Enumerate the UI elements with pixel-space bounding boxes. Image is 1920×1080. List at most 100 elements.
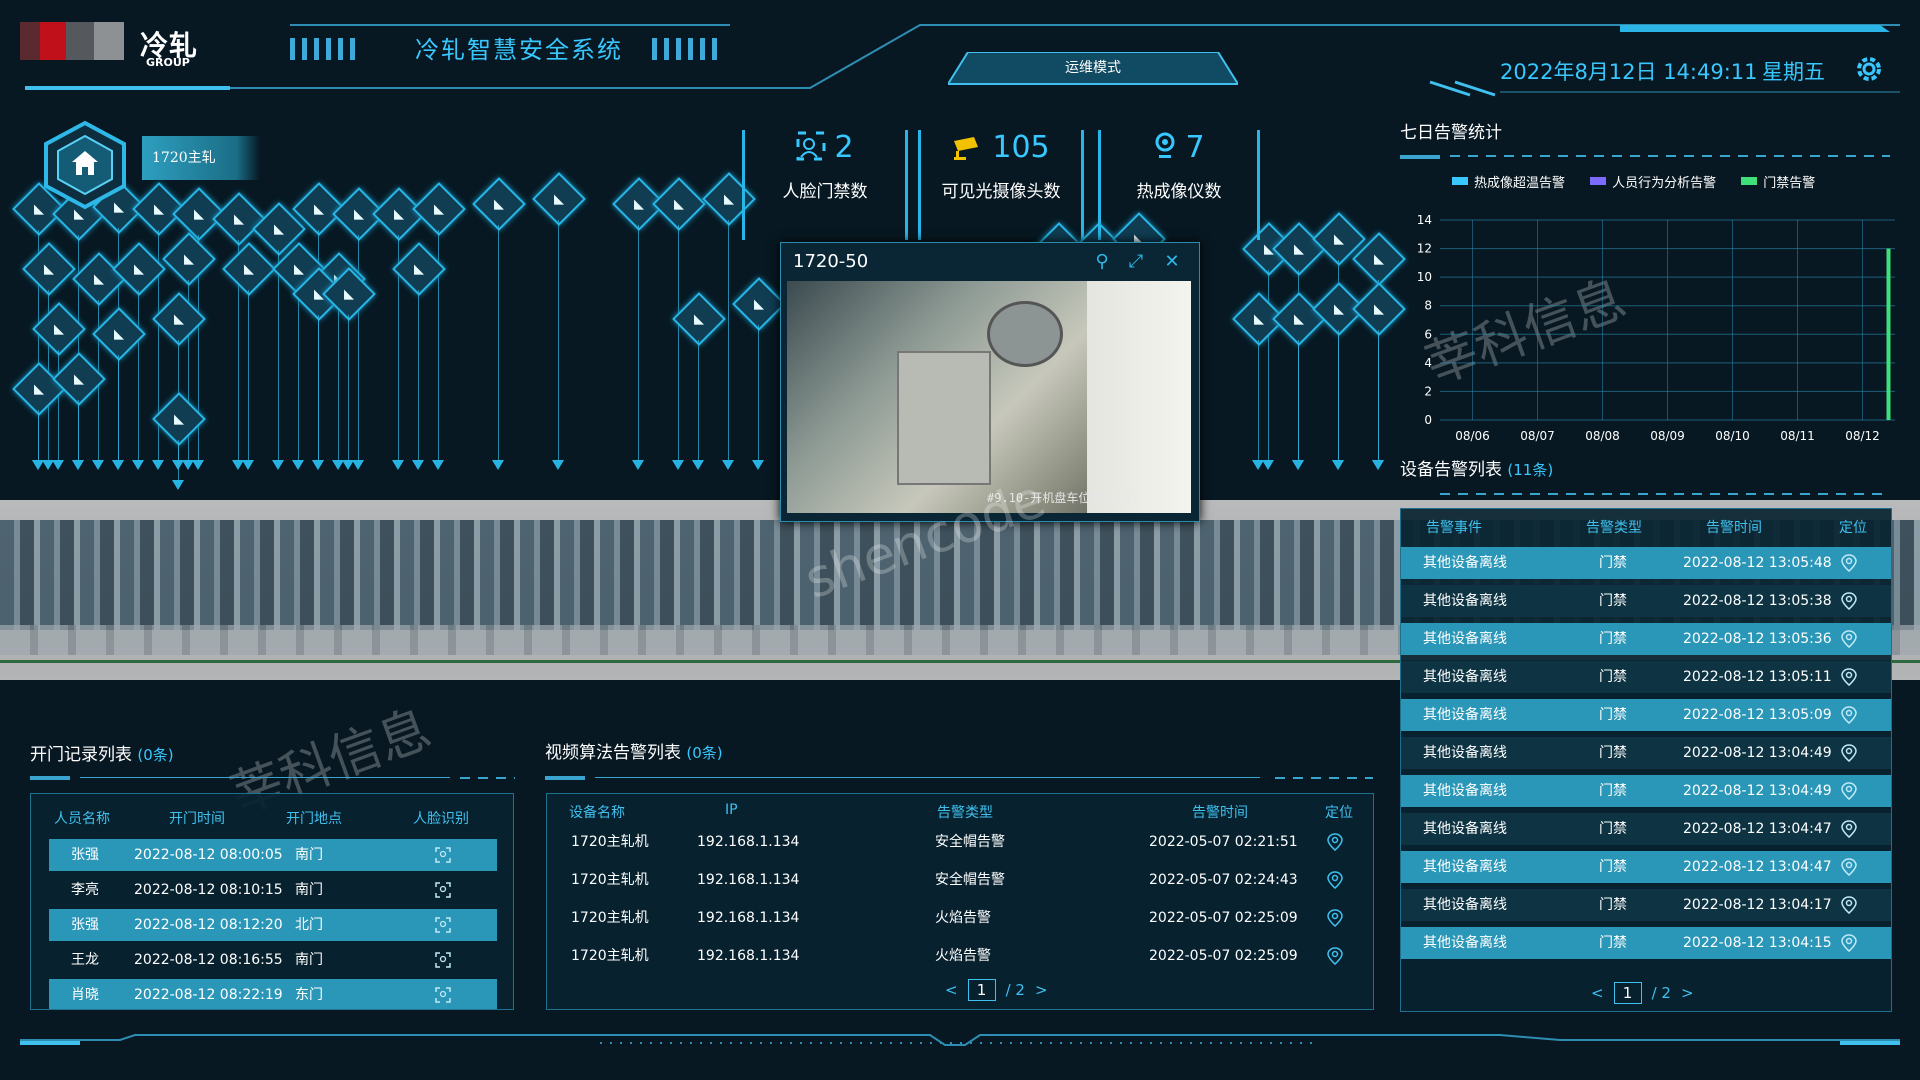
gear-icon[interactable] xyxy=(1852,52,1886,86)
table-row[interactable]: 1720主轧机 192.168.1.134 火焰告警 2022-05-07 02:25… xyxy=(547,902,1373,934)
table-row[interactable]: 1720主轧机 192.168.1.134 安全帽告警 2022-05-07 02:2… xyxy=(547,864,1373,896)
marker-pole xyxy=(1268,270,1269,460)
door-records-count: (0条) xyxy=(137,746,174,764)
video-alarm-table: 设备名称 IP 告警类型 告警时间 定位 1720主轧机 192.168.1.13… xyxy=(546,793,1374,1010)
page-input[interactable]: 1 xyxy=(967,979,996,1001)
table-row[interactable]: 1720主轧机 192.168.1.134 火焰告警 2022-05-07 02:25… xyxy=(547,940,1373,972)
camera-icon: ◣ xyxy=(34,381,44,397)
close-icon[interactable]: ✕ xyxy=(1161,251,1183,273)
table-row[interactable]: 1720主轧机 192.168.1.134 安全帽告警 2022-05-07 02:2… xyxy=(547,826,1373,858)
camera-icon: ◣ xyxy=(174,411,184,427)
location-pin-icon[interactable] xyxy=(1841,668,1857,690)
video-popup[interactable]: 1720-50 ⚲ ⤢ ✕ #9.10-开机盘车位置-058 xyxy=(780,242,1200,522)
next-page-icon[interactable]: > xyxy=(1681,984,1694,1002)
table-row[interactable]: 其他设备离线 门禁 2022-08-12 13:05:48 xyxy=(1401,547,1891,579)
y-tick-label: 2 xyxy=(1424,384,1432,398)
column-header: 人员名称 xyxy=(54,811,110,827)
camera-marker[interactable]: ◣ xyxy=(672,292,726,346)
cell-type: 火焰告警 xyxy=(935,948,991,964)
x-tick-label: 08/07 xyxy=(1520,429,1555,443)
marker-pole xyxy=(698,340,699,460)
location-pin-icon[interactable] xyxy=(1841,858,1857,880)
cell-time: 2022-08-12 08:12:20 xyxy=(134,917,283,933)
current-datetime: 2022年8月12日 14:49:11 xyxy=(1500,60,1758,84)
cell-time: 2022-08-12 13:05:36 xyxy=(1683,631,1832,647)
marker-pin xyxy=(152,460,164,470)
camera-icon: ◣ xyxy=(244,261,254,277)
table-row[interactable]: 其他设备离线 门禁 2022-08-12 13:05:36 xyxy=(1401,623,1891,655)
table-row[interactable]: 其他设备离线 门禁 2022-08-12 13:04:47 xyxy=(1401,851,1891,883)
cell-time: 2022-08-12 08:22:19 xyxy=(134,987,283,1003)
camera-marker[interactable]: ◣ xyxy=(162,232,216,286)
legend-item: 热成像超温告警 xyxy=(1452,172,1565,191)
location-pin-icon[interactable] xyxy=(1841,744,1857,766)
location-pin-icon[interactable] xyxy=(1327,833,1343,855)
camera-marker[interactable]: ◣ xyxy=(652,177,706,231)
table-row[interactable]: 张强 2022-08-12 08:00:05 南门 xyxy=(49,839,497,871)
control-cabinet xyxy=(897,351,991,485)
table-row[interactable]: 王龙 2022-08-12 08:16:55 南门 xyxy=(49,944,497,976)
camera-icon: ◣ xyxy=(434,201,444,217)
location-pin-icon[interactable] xyxy=(1327,909,1343,931)
table-row[interactable]: 其他设备离线 门禁 2022-08-12 13:05:09 xyxy=(1401,699,1891,731)
location-pin-icon[interactable] xyxy=(1327,947,1343,969)
expand-icon[interactable]: ⤢ xyxy=(1125,251,1147,273)
face-scan-icon[interactable] xyxy=(435,987,451,1007)
mode-switch-button[interactable]: 运维模式 xyxy=(948,52,1238,85)
title-underline xyxy=(545,776,585,780)
table-row[interactable]: 其他设备离线 门禁 2022-08-12 13:04:49 xyxy=(1401,775,1891,807)
camera-icon: ◣ xyxy=(394,206,404,222)
cell-place: 南门 xyxy=(295,952,323,968)
stat-face-access: 2 人脸门禁数 xyxy=(742,130,908,240)
camera-icon: ◣ xyxy=(274,221,284,237)
camera-marker[interactable]: ◣ xyxy=(1272,292,1326,346)
video-feed[interactable]: #9.10-开机盘车位置-058 xyxy=(787,281,1191,513)
next-page-icon[interactable]: > xyxy=(1035,981,1048,999)
face-scan-icon[interactable] xyxy=(435,917,451,937)
location-pin-icon[interactable] xyxy=(1841,934,1857,956)
camera-marker[interactable]: ◣ xyxy=(472,177,526,231)
camera-marker[interactable]: ◣ xyxy=(532,172,586,226)
table-row[interactable]: 张强 2022-08-12 08:12:20 北门 xyxy=(49,909,497,941)
prev-page-icon[interactable]: < xyxy=(945,981,958,999)
cell-type: 门禁 xyxy=(1599,783,1627,799)
face-scan-icon[interactable] xyxy=(435,882,451,902)
location-pin-icon[interactable] xyxy=(1841,554,1857,576)
table-row[interactable]: 其他设备离线 门禁 2022-08-12 13:05:11 xyxy=(1401,661,1891,693)
system-title: 冷轧智慧安全系统 xyxy=(415,36,623,64)
table-row[interactable]: 其他设备离线 门禁 2022-08-12 13:04:15 xyxy=(1401,927,1891,959)
cell-type: 门禁 xyxy=(1599,897,1627,913)
camera-marker[interactable]: ◣ xyxy=(222,242,276,296)
face-scan-icon[interactable] xyxy=(435,847,451,867)
location-pin-icon[interactable] xyxy=(1841,820,1857,842)
column-header: 告警时间 xyxy=(1192,805,1248,821)
prev-page-icon[interactable]: < xyxy=(1591,984,1604,1002)
camera-icon: ◣ xyxy=(44,261,54,277)
pin-icon[interactable]: ⚲ xyxy=(1091,251,1113,273)
marker-pin xyxy=(672,460,684,470)
camera-marker[interactable]: ◣ xyxy=(732,277,786,331)
location-pin-icon[interactable] xyxy=(1841,592,1857,614)
camera-marker[interactable]: ◣ xyxy=(212,192,266,246)
table-row[interactable]: 肖晓 2022-08-12 08:22:19 东门 xyxy=(49,979,497,1009)
location-pin-icon[interactable] xyxy=(1841,706,1857,728)
cell-time: 2022-08-12 13:04:47 xyxy=(1683,821,1832,837)
table-row[interactable]: 其他设备离线 门禁 2022-08-12 13:05:38 xyxy=(1401,585,1891,617)
table-row[interactable]: 其他设备离线 门禁 2022-08-12 13:04:17 xyxy=(1401,889,1891,921)
location-pin-icon[interactable] xyxy=(1841,896,1857,918)
face-scan-icon[interactable] xyxy=(435,952,451,972)
host-select-button[interactable]: 1720主轧 xyxy=(142,136,260,180)
camera-marker[interactable]: ◣ xyxy=(22,242,76,296)
home-button[interactable] xyxy=(40,120,130,210)
location-pin-icon[interactable] xyxy=(1327,871,1343,893)
table-row[interactable]: 其他设备离线 门禁 2022-08-12 13:04:47 xyxy=(1401,813,1891,845)
cell-time: 2022-08-12 13:04:49 xyxy=(1683,783,1832,799)
page-input[interactable]: 1 xyxy=(1613,982,1642,1004)
location-pin-icon[interactable] xyxy=(1841,630,1857,652)
location-pin-icon[interactable] xyxy=(1841,782,1857,804)
title-dash xyxy=(1440,493,1890,495)
camera-marker[interactable]: ◣ xyxy=(1272,222,1326,276)
table-row[interactable]: 李亮 2022-08-12 08:10:15 南门 xyxy=(49,874,497,906)
table-row[interactable]: 其他设备离线 门禁 2022-08-12 13:04:49 xyxy=(1401,737,1891,769)
camera-marker[interactable]: ◣ xyxy=(412,182,466,236)
